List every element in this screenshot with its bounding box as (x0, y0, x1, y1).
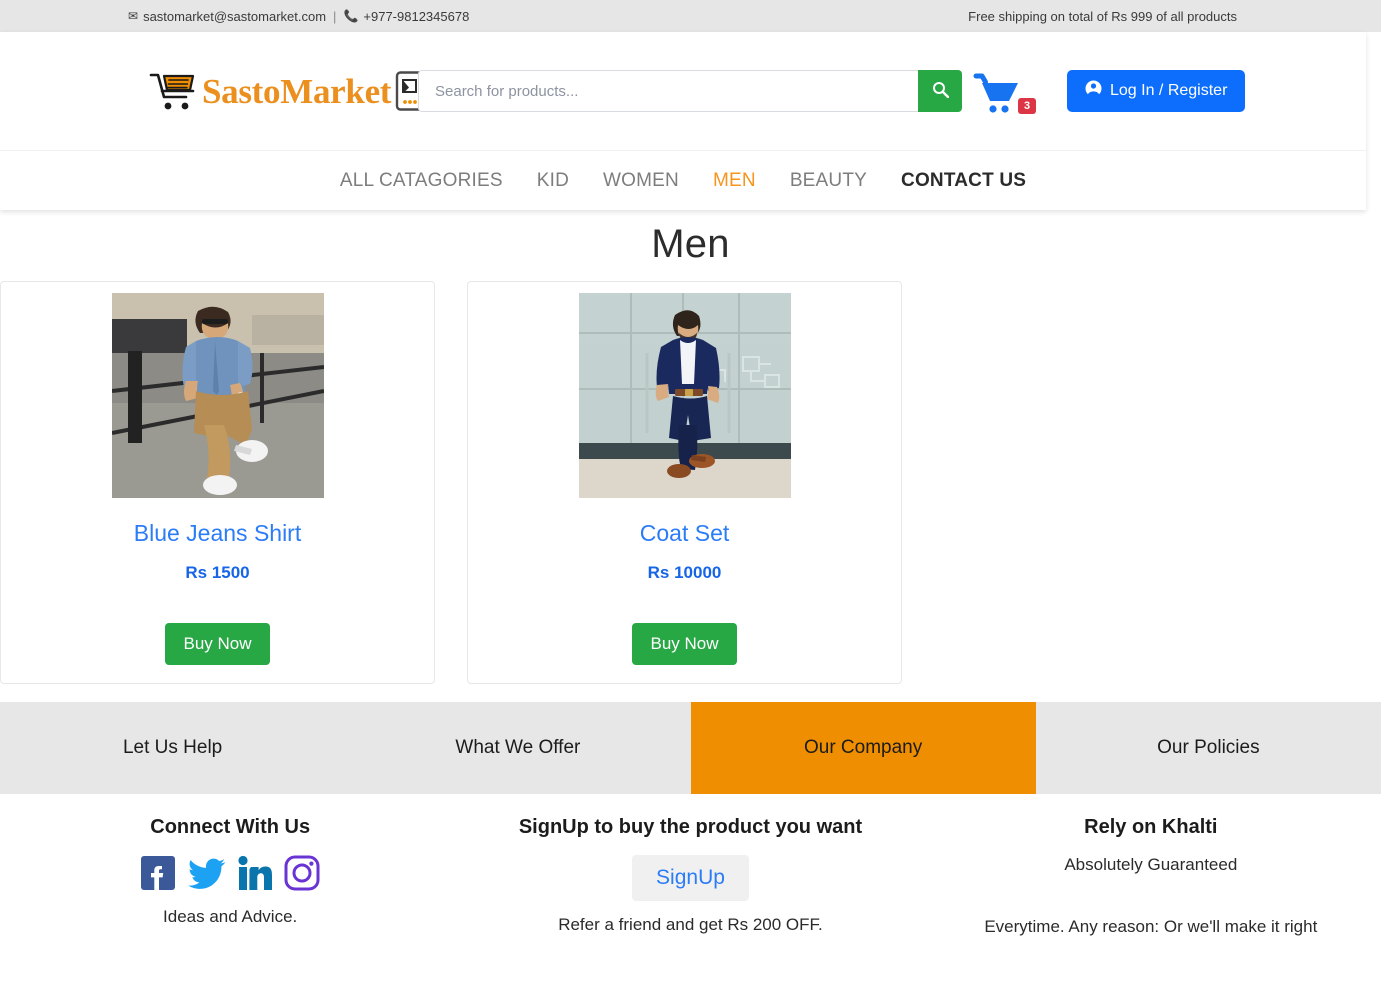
user-account-icon (1085, 80, 1102, 102)
login-register-label: Log In / Register (1110, 82, 1228, 99)
shopping-cart-icon (972, 72, 1022, 116)
instagram-icon[interactable] (284, 855, 320, 891)
signup-button[interactable]: SignUp (632, 855, 749, 901)
buy-now-button[interactable]: Buy Now (632, 623, 737, 665)
product-image (111, 293, 324, 498)
nav-item-beauty[interactable]: BEAUTY (790, 170, 867, 192)
product-name[interactable]: Blue Jeans Shirt (1, 520, 434, 547)
contact-phone[interactable]: +977-9812345678 (363, 9, 469, 24)
search-icon (932, 81, 949, 101)
footer-tab-strip: Let Us Help What We Offer Our Company Ou… (0, 702, 1381, 794)
buy-now-button[interactable]: Buy Now (165, 623, 270, 665)
contact-email[interactable]: sastomarket@sastomarket.com (143, 9, 326, 24)
product-price: Rs 10000 (647, 563, 722, 582)
khalti-title: Rely on Khalti (1084, 816, 1218, 838)
product-card[interactable]: Blue Jeans Shirt Rs 1500 Buy Now (0, 281, 435, 684)
nav-item-all-catagories[interactable]: ALL CATAGORIES (340, 170, 503, 192)
refer-a-friend-text: Refer a friend and get Rs 200 OFF. (558, 915, 823, 934)
product-search (418, 70, 962, 112)
khalti-guarantee-line: Absolutely Guaranteed (1064, 855, 1238, 874)
linkedin-icon[interactable] (238, 855, 273, 891)
envelope-icon: ✉ (128, 9, 139, 23)
product-price: Rs 1500 (185, 563, 250, 582)
footer-column-signup: SignUp to buy the product you want SignU… (460, 816, 920, 983)
twitter-icon[interactable] (188, 856, 226, 890)
login-register-button[interactable]: Log In / Register (1067, 70, 1246, 112)
nav-item-kid[interactable]: KID (537, 170, 569, 192)
product-card[interactable]: Coat Set Rs 10000 Buy Now (467, 281, 902, 684)
contact-separator: | (333, 8, 337, 24)
product-grid: Blue Jeans Shirt Rs 1500 Buy Now Coat Se… (0, 281, 1381, 684)
footer-column-connect: Connect With Us Ideas and Advice. (0, 816, 460, 983)
social-links (0, 855, 460, 891)
contact-info: ✉ sastomarket@sastomarket.com | 📞 +977-9… (128, 9, 469, 24)
top-utility-bar: ✉ sastomarket@sastomarket.com | 📞 +977-9… (0, 0, 1381, 32)
footer-tab-what-we-offer[interactable]: What We Offer (345, 702, 690, 794)
shipping-promo-text: Free shipping on total of Rs 999 of all … (968, 8, 1237, 24)
page-title: Men (651, 222, 730, 266)
connect-tagline: Ideas and Advice. (163, 907, 298, 926)
logo-wordmark: SastoMarket (202, 71, 392, 111)
site-header: SastoMarket Search for products... 3 Log… (0, 32, 1366, 210)
product-name[interactable]: Coat Set (468, 520, 901, 547)
nav-item-women[interactable]: WOMEN (603, 170, 679, 192)
site-logo[interactable]: SastoMarket (148, 69, 425, 113)
phone-icon: 📞 (343, 9, 359, 23)
facebook-icon[interactable] (140, 855, 176, 891)
footer-tab-our-company[interactable]: Our Company (690, 702, 1036, 794)
signup-title: SignUp to buy the product you want (518, 816, 863, 838)
search-button[interactable] (918, 70, 962, 112)
footer-tab-let-us-help[interactable]: Let Us Help (0, 702, 345, 794)
cart-count-badge: 3 (1018, 97, 1037, 114)
main-navigation: ALL CATAGORIES KID WOMEN MEN BEAUTY CONT… (0, 150, 1366, 210)
footer-column-khalti: Rely on Khalti Absolutely Guaranteed Eve… (921, 816, 1381, 983)
connect-title: Connect With Us (150, 816, 311, 838)
cart-button[interactable]: 3 (972, 66, 1037, 116)
nav-item-contact-us[interactable]: CONTACT US (901, 170, 1026, 192)
product-image (578, 293, 791, 498)
nav-item-men[interactable]: MEN (713, 170, 756, 192)
footer-tab-our-policies[interactable]: Our Policies (1036, 702, 1381, 794)
footer-columns: Connect With Us Ideas and Advice. SignUp… (0, 794, 1381, 983)
header-main-row: SastoMarket Search for products... 3 Log… (0, 32, 1366, 150)
khalti-policy-line: Everytime. Any reason: Or we'll make it … (984, 917, 1318, 936)
shopping-cart-icon (148, 69, 200, 113)
search-input[interactable] (418, 70, 918, 112)
